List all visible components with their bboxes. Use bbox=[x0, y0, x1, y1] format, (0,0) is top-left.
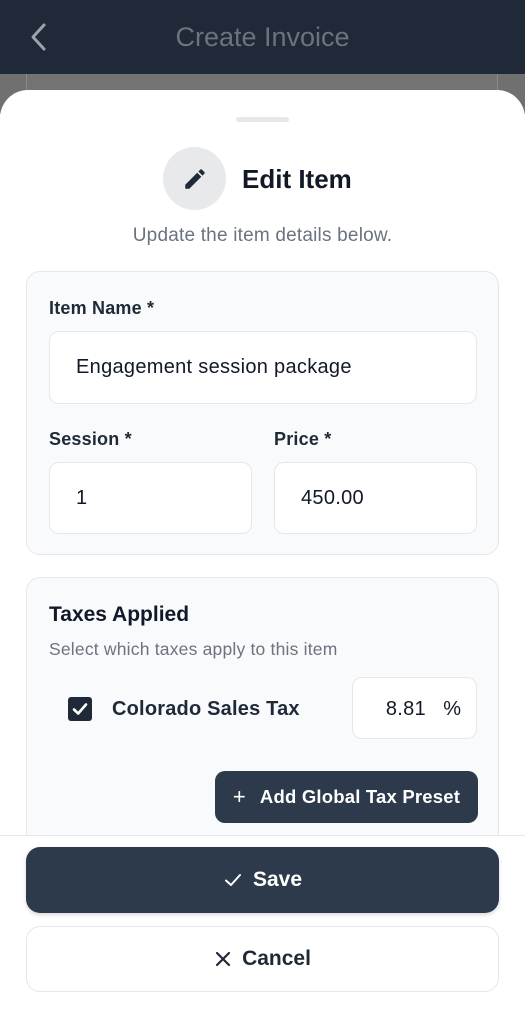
taxes-subtitle: Select which taxes apply to this item bbox=[49, 639, 338, 659]
item-name-input[interactable]: Engagement session package bbox=[49, 331, 477, 404]
drag-handle[interactable] bbox=[236, 117, 289, 122]
check-icon bbox=[224, 874, 241, 886]
tax-rate-input[interactable]: 8.81 % bbox=[352, 677, 477, 739]
tax-name: Colorado Sales Tax bbox=[112, 698, 300, 720]
check-icon bbox=[72, 703, 88, 715]
sheet-title: Edit Item bbox=[242, 164, 352, 194]
price-label: Price * bbox=[274, 429, 332, 449]
plus-icon: + bbox=[232, 784, 246, 809]
close-icon bbox=[215, 951, 231, 967]
taxes-title: Taxes Applied bbox=[49, 603, 190, 626]
add-global-tax-preset-button[interactable]: + Add Global Tax Preset bbox=[215, 771, 478, 823]
header-icon-circle bbox=[163, 147, 226, 210]
session-input[interactable]: 1 bbox=[49, 462, 252, 534]
save-label: Save bbox=[252, 868, 303, 891]
tax-checkbox[interactable] bbox=[68, 697, 92, 721]
pencil-icon bbox=[184, 168, 205, 189]
cancel-button[interactable]: Cancel bbox=[26, 926, 499, 992]
item-details-card: Item Name * Engagement session package S… bbox=[26, 271, 499, 555]
session-label: Session * bbox=[49, 429, 132, 449]
tax-rate-value: 8.81 bbox=[385, 698, 426, 720]
cancel-label: Cancel bbox=[242, 947, 311, 970]
page-title: Create Invoice bbox=[175, 22, 350, 52]
taxes-card: Taxes Applied Select which taxes apply t… bbox=[26, 577, 499, 857]
save-button[interactable]: Save bbox=[26, 847, 499, 913]
price-input[interactable]: 450.00 bbox=[274, 462, 477, 534]
sheet-footer: Save Cancel bbox=[0, 835, 525, 1024]
tax-rate-unit: % bbox=[443, 698, 461, 720]
add-preset-label: Add Global Tax Preset bbox=[259, 786, 461, 807]
item-name-label: Item Name * bbox=[49, 298, 155, 318]
app-header: Create Invoice bbox=[0, 0, 525, 74]
sheet-subtitle: Update the item details below. bbox=[132, 225, 393, 246]
